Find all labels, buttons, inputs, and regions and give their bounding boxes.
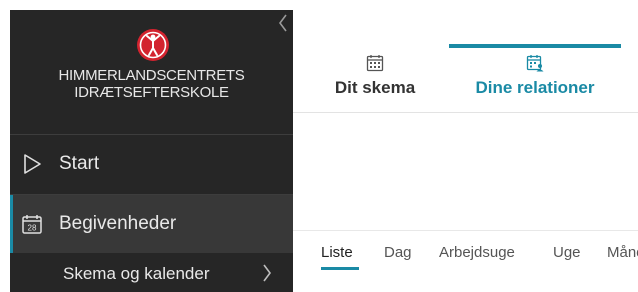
sidebar: HIMMERLANDSCENTRETS IDRÆTSEFTERSKOLE Sta… — [10, 10, 293, 292]
calendar-view-switcher: Liste Dag Arbejdsuge Uge Måned — [293, 230, 638, 277]
view-tab-arbejdsuge[interactable]: Arbejdsuge — [439, 244, 515, 261]
main-content: Dit skema Dine relationer Liste Dag Arbe… — [293, 0, 638, 292]
sidebar-item-start[interactable]: Start — [10, 135, 293, 193]
chevron-right-icon — [263, 264, 271, 282]
school-name-line1: HIMMERLANDSCENTRETS — [58, 67, 245, 84]
sidebar-item-begivenheder[interactable]: 28 Begivenheder — [10, 195, 293, 253]
sidebar-subitem-label: Skema og kalender — [63, 264, 210, 283]
school-logo — [137, 29, 169, 61]
calendar-people-icon — [526, 55, 544, 72]
sidebar-subitem-skema-og-kalender[interactable]: Skema og kalender — [10, 254, 293, 292]
play-outline-icon — [20, 152, 44, 176]
calendar-grid-icon — [366, 55, 384, 72]
calendar-icon-day: 28 — [28, 224, 37, 233]
tab-label: Dit skema — [334, 78, 416, 97]
calendar-icon: 28 — [20, 212, 44, 236]
view-tab-uge[interactable]: Uge — [553, 244, 581, 261]
sidebar-item-label: Start — [59, 153, 100, 174]
active-tab-underline — [449, 44, 621, 48]
sidebar-item-label: Begivenheder — [59, 213, 177, 234]
view-tab-maaned[interactable]: Måned — [607, 244, 638, 261]
tab-dit-skema[interactable]: Dit skema — [323, 44, 427, 112]
chevron-left-icon — [279, 14, 287, 32]
schedule-tabs-bar: Dit skema Dine relationer — [293, 0, 638, 113]
active-view-underline — [321, 267, 359, 270]
tab-dine-relationer[interactable]: Dine relationer — [449, 44, 621, 112]
view-tab-dag[interactable]: Dag — [384, 244, 412, 261]
view-tab-liste[interactable]: Liste — [321, 244, 353, 261]
school-name-line2: IDRÆTSEFTERSKOLE — [74, 84, 229, 101]
active-indicator — [10, 195, 13, 253]
collapse-sidebar-button[interactable] — [274, 12, 292, 34]
school-name: HIMMERLANDSCENTRETS IDRÆTSEFTERSKOLE — [10, 67, 293, 101]
tab-label: Dine relationer — [475, 78, 595, 97]
